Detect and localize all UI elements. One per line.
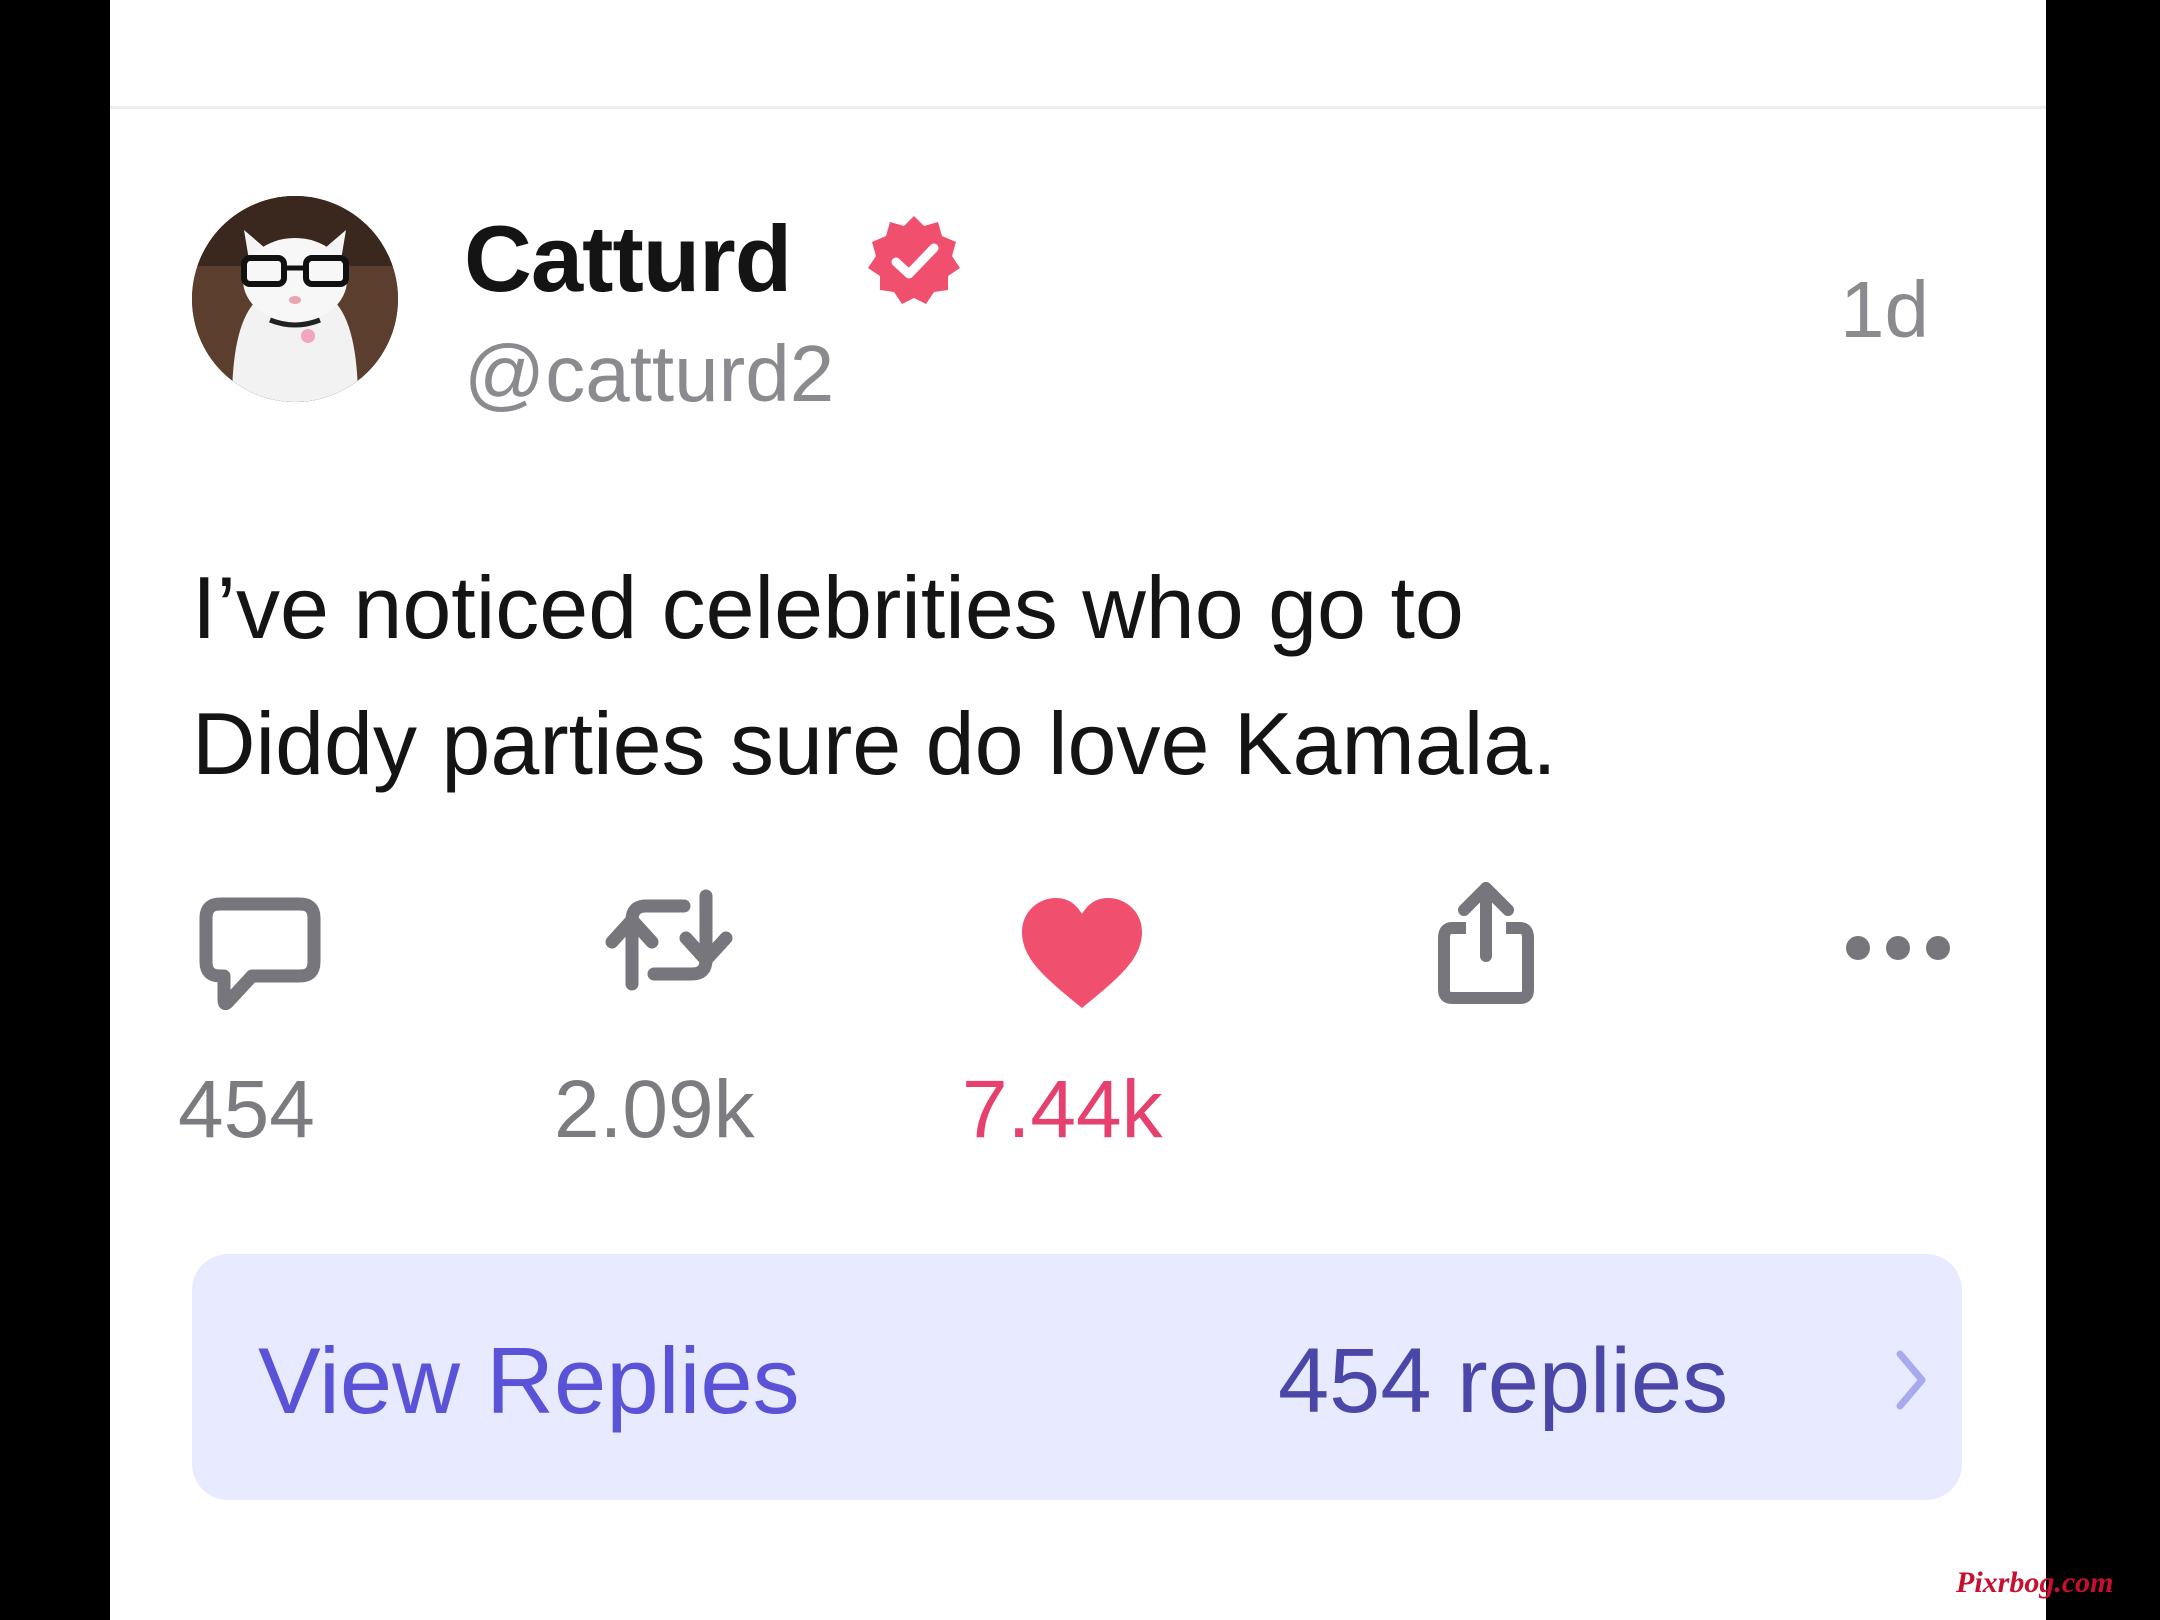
verified-badge-icon (868, 216, 960, 304)
view-replies-button[interactable]: View Replies 454 replies (192, 1254, 1962, 1500)
top-divider (110, 106, 2046, 109)
post-card: Catturd @catturd2 1d I’ve noticed celebr… (110, 0, 2046, 1620)
post-text: I’ve noticed celebrities who go to Diddy… (192, 540, 1972, 812)
chevron-right-icon (1896, 1350, 1926, 1410)
cat-with-glasses-avatar-icon (192, 196, 398, 402)
author-handle[interactable]: @catturd2 (464, 326, 834, 422)
watermark: Pixrbog.com (1956, 1566, 2114, 1599)
reply-count: 454 (178, 1064, 315, 1155)
comment-icon[interactable] (198, 896, 322, 1014)
view-replies-label: View Replies (258, 1328, 800, 1433)
post-timestamp: 1d (1840, 265, 1929, 354)
replies-count: 454 replies (1278, 1330, 1729, 1432)
share-icon[interactable] (1436, 880, 1536, 1006)
right-letterbox (2046, 0, 2160, 1620)
heart-icon[interactable] (1018, 896, 1146, 1012)
more-icon[interactable] (1842, 928, 1954, 968)
repost-count: 2.09k (554, 1064, 755, 1155)
avatar[interactable] (192, 196, 398, 402)
repost-icon[interactable] (602, 880, 736, 1000)
like-count: 7.44k (962, 1064, 1163, 1155)
post-text-line: Diddy parties sure do love Kamala. (192, 694, 1557, 793)
post-text-line: I’ve noticed celebrities who go to (192, 558, 1464, 657)
author-display-name[interactable]: Catturd (464, 204, 792, 314)
left-letterbox (0, 0, 110, 1620)
